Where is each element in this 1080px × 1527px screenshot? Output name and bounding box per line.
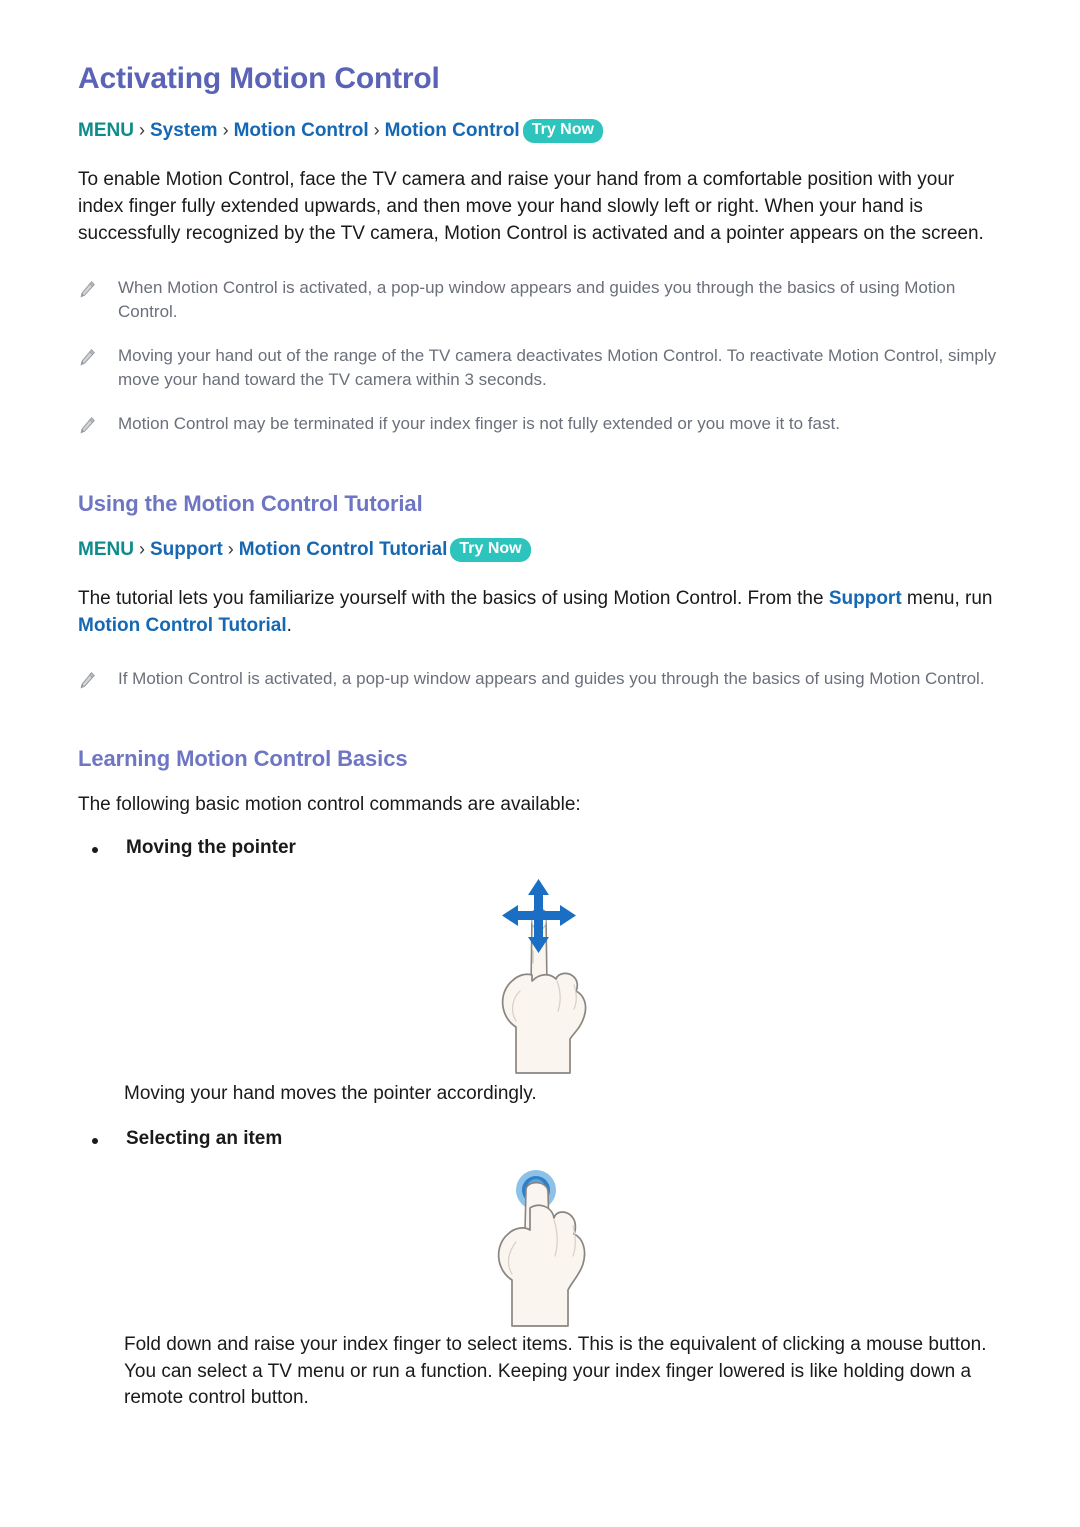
caption-moving-pointer: Moving your hand moves the pointer accor… — [124, 1082, 537, 1104]
breadcrumb-item-motion-control-tutorial[interactable]: Motion Control Tutorial — [239, 539, 448, 560]
bullet-icon — [92, 1137, 98, 1144]
note-text: When Motion Control is activated, a pop-… — [118, 277, 956, 322]
chevron-right-icon: › — [222, 120, 229, 140]
note-item: Motion Control may be terminated if your… — [78, 412, 1000, 436]
note-text: Motion Control may be terminated if your… — [118, 414, 840, 434]
figure-moving-pointer — [78, 877, 1000, 1077]
chevron-right-icon: › — [138, 538, 145, 559]
pencil-icon — [78, 671, 96, 691]
link-motion-control-tutorial[interactable]: Motion Control Tutorial — [78, 615, 287, 636]
breadcrumb-item-motion-control-2[interactable]: Motion Control — [385, 120, 520, 141]
document-page: Activating Motion Control MENU › System › Mo… — [0, 0, 1080, 1527]
note-item: If Motion Control is activated, a pop-up… — [78, 667, 1000, 691]
section2-paragraph: The tutorial lets you familiarize yourse… — [78, 586, 1000, 640]
note-item: Moving your hand out of the range of the… — [78, 344, 1000, 392]
note-text: If Motion Control is activated, a pop-up… — [118, 669, 985, 689]
section-title-tutorial: Using the Motion Control Tutorial — [78, 490, 423, 516]
chevron-right-icon: › — [227, 538, 234, 559]
document-content: Activating Motion Control MENU › System › Mo… — [78, 62, 1000, 1426]
try-now-badge[interactable]: Try Now — [450, 537, 531, 562]
try-now-badge[interactable]: Try Now — [522, 119, 603, 143]
chevron-right-icon: › — [138, 120, 145, 140]
pencil-icon — [78, 348, 96, 368]
breadcrumb-item-motion-control[interactable]: Motion Control — [234, 120, 369, 141]
breadcrumb-menu[interactable]: MENU — [78, 539, 134, 560]
page-title: Activating Motion Control — [78, 62, 440, 95]
note-item: When Motion Control is activated, a pop-… — [78, 276, 1000, 324]
paragraph-part: . — [286, 614, 292, 636]
caption-selecting-item: Fold down and raise your index finger to… — [124, 1333, 987, 1409]
breadcrumb-menu[interactable]: MENU — [78, 120, 134, 141]
bullet-label-moving-pointer: Moving the pointer — [126, 836, 296, 858]
chevron-right-icon: › — [373, 120, 380, 140]
list-item: Selecting an item — [78, 1128, 1000, 1150]
pencil-icon — [78, 416, 96, 436]
pencil-icon — [78, 280, 96, 300]
breadcrumb-section1: MENU › System › Motion Control › Motion Contro… — [78, 118, 1000, 145]
note-text: Moving your hand out of the range of the… — [118, 346, 997, 390]
paragraph-part: The tutorial lets you familiarize yourse… — [78, 587, 829, 609]
bullet-icon — [92, 846, 98, 853]
section-title-basics: Learning Motion Control Basics — [78, 745, 408, 771]
link-support[interactable]: Support — [829, 588, 902, 609]
hand-pointing-with-four-way-arrow-icon — [501, 878, 587, 1074]
breadcrumb-section2: MENU › Support › Motion Control Tutorial Try … — [78, 537, 1000, 564]
section1-paragraph: To enable Motion Control, face the TV ca… — [78, 169, 984, 244]
bullet-label-selecting-item: Selecting an item — [126, 1127, 283, 1149]
section3-intro: The following basic motion control comma… — [78, 793, 581, 815]
hand-folded-with-tap-circle-icon — [497, 1169, 586, 1327]
list-item: Moving the pointer — [78, 837, 1000, 859]
breadcrumb-item-support[interactable]: Support — [150, 539, 223, 560]
figure-selecting-item — [78, 1168, 1000, 1328]
paragraph-part: menu, run — [901, 587, 993, 609]
breadcrumb-item-system[interactable]: System — [150, 120, 218, 141]
